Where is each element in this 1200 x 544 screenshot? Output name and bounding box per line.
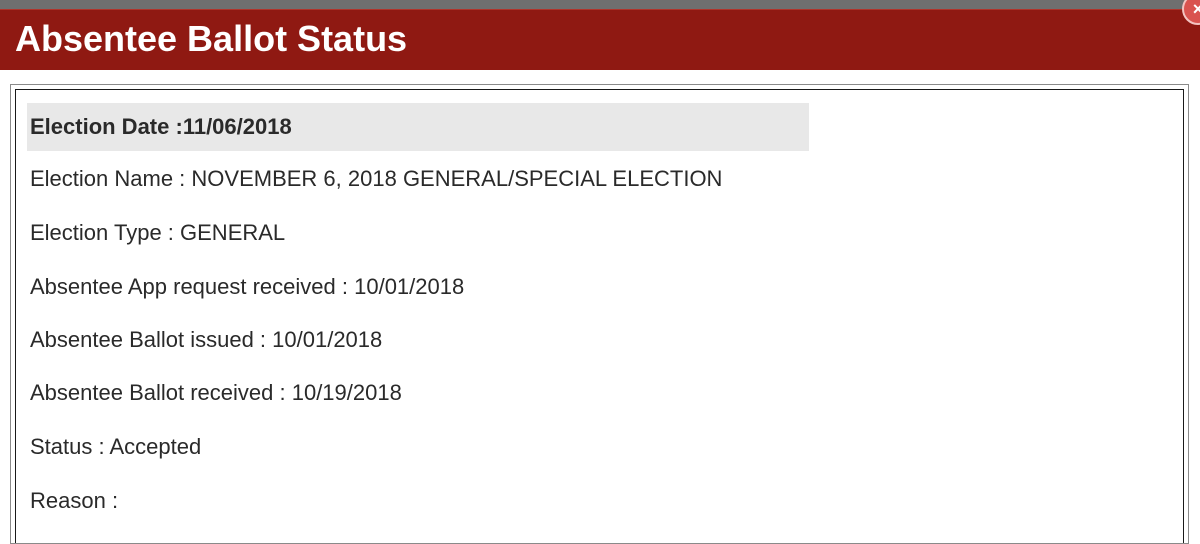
close-icon: × — [1192, 0, 1200, 19]
status-panel-inner: Election Date :11/06/2018 Election Name … — [15, 89, 1184, 543]
election-name-row: Election Name : NOVEMBER 6, 2018 GENERAL… — [30, 165, 722, 193]
election-name-label: Election Name : — [30, 166, 192, 191]
app-request-received-label: Absentee App request received : — [30, 274, 355, 299]
election-name-value: NOVEMBER 6, 2018 GENERAL/SPECIAL ELECTIO… — [191, 166, 723, 191]
status-label: Status : — [30, 434, 110, 459]
election-type-label: Election Type : — [30, 220, 181, 245]
ballot-received-label: Absentee Ballot received : — [30, 380, 292, 405]
ballot-received-value: 10/19/2018 — [291, 380, 402, 405]
election-date-value: 11/06/2018 — [182, 114, 292, 139]
ballot-received-row: Absentee Ballot received : 10/19/2018 — [30, 379, 402, 407]
dialog-title: Absentee Ballot Status — [15, 18, 408, 59]
window-top-strip — [0, 0, 1200, 9]
app-request-received-row: Absentee App request received : 10/01/20… — [30, 273, 464, 301]
app-request-received-value: 10/01/2018 — [354, 274, 465, 299]
ballot-issued-row: Absentee Ballot issued : 10/01/2018 — [30, 326, 382, 354]
status-value: Accepted — [109, 434, 202, 459]
status-row: Status : Accepted — [30, 433, 201, 461]
reason-label: Reason : — [30, 488, 119, 513]
ballot-issued-value: 10/01/2018 — [272, 327, 383, 352]
reason-row: Reason : — [30, 487, 118, 515]
absentee-ballot-status-dialog: Absentee Ballot Status Election Date :11… — [0, 0, 1200, 544]
election-type-row: Election Type : GENERAL — [30, 219, 285, 247]
election-date-label: Election Date : — [30, 114, 183, 139]
dialog-title-bar[interactable]: Absentee Ballot Status — [0, 9, 1200, 70]
election-type-value: GENERAL — [180, 220, 286, 245]
status-panel: Election Date :11/06/2018 Election Name … — [10, 84, 1189, 544]
ballot-issued-label: Absentee Ballot issued : — [30, 327, 273, 352]
election-date-row: Election Date :11/06/2018 — [27, 103, 809, 151]
